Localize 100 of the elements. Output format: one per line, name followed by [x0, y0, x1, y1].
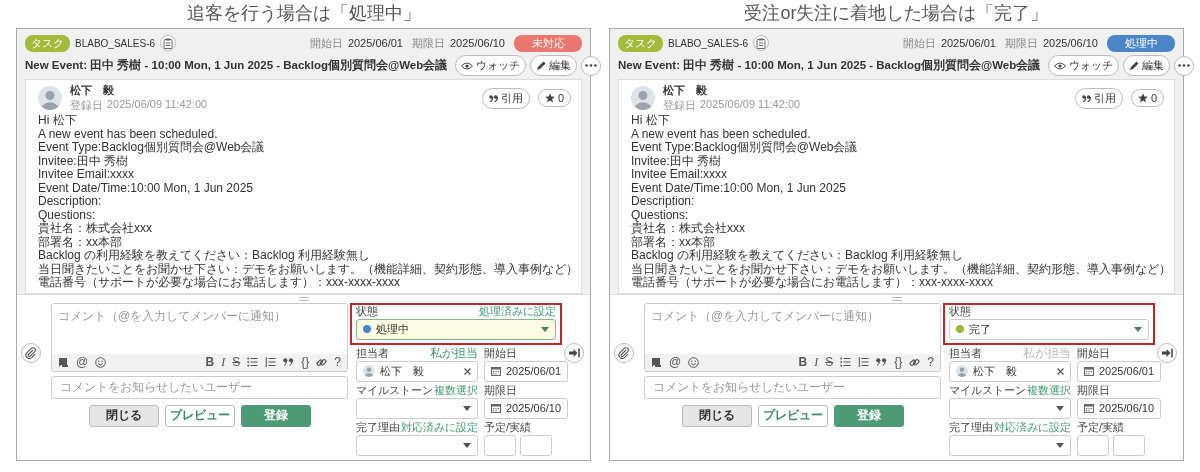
edit-button[interactable]: 編集	[1123, 55, 1171, 76]
format-button[interactable]: S	[825, 355, 834, 369]
watch-button[interactable]: ウォッチ	[455, 55, 527, 76]
comment-line: Invitee Email:xxxx	[631, 168, 729, 182]
type-tag: タスク	[25, 34, 70, 52]
multi-select-link[interactable]: 複数選択	[434, 383, 478, 398]
collapse-button[interactable]	[1157, 342, 1177, 363]
notify-user-field[interactable]: コメントをお知らせしたいユーザー	[51, 375, 348, 399]
attach-button[interactable]	[21, 342, 41, 363]
actual-hours-field[interactable]	[520, 434, 552, 456]
format-button[interactable]: {}	[301, 355, 310, 369]
calendar-icon	[1084, 403, 1094, 413]
set-resolved-link[interactable]: 対応済みに設定	[994, 420, 1071, 435]
set-done-link[interactable]: 処理済みに設定	[479, 304, 556, 319]
collapse-button[interactable]	[564, 342, 584, 363]
more-button[interactable]	[581, 55, 602, 76]
caret-icon	[1056, 405, 1064, 411]
drag-handle-icon[interactable]	[298, 296, 309, 301]
format-button[interactable]: ?	[334, 355, 341, 369]
status-select[interactable]: 完了	[949, 318, 1149, 340]
issue-title: New Event: 田中 秀樹 - 10:00 Mon, 1 Jun 2025 - Backlog個別質問会@Web会議	[618, 58, 1041, 73]
watch-button[interactable]: ウォッチ	[1048, 55, 1120, 76]
comment-line: Backlog の利用経験を教えてください：Backlog 利用経験無し	[38, 249, 372, 263]
comment-line: 電話番号（サポートが必要な場合にお電話します）：xxx-xxxx-xxxx	[38, 276, 400, 290]
format-button[interactable]: I	[814, 354, 819, 370]
comment-editor[interactable]: コメント（@を入力してメンバーに通知） @ B I S {} ?	[644, 302, 941, 372]
assign-me-link[interactable]: 私が担当	[430, 345, 478, 362]
mention-button[interactable]: @	[669, 355, 682, 369]
quote-icon[interactable]	[283, 358, 295, 366]
actual-hours-field[interactable]	[1113, 434, 1145, 456]
star-button[interactable]: 0	[537, 89, 571, 107]
clipboard-button[interactable]	[753, 35, 770, 51]
clipboard-button[interactable]	[160, 35, 177, 51]
edit-button[interactable]: 編集	[530, 55, 578, 76]
assignee-label: 担当者	[949, 346, 982, 361]
pencil-icon	[536, 60, 547, 71]
paperclip-icon	[25, 346, 37, 359]
mention-button[interactable]: @	[76, 355, 89, 369]
bullet-list-icon[interactable]	[840, 357, 852, 367]
clear-icon[interactable]	[464, 367, 471, 375]
numbered-list-icon[interactable]	[858, 357, 870, 367]
numbered-list-icon[interactable]	[265, 357, 277, 367]
start-date-field[interactable]: 2025/06/01	[1077, 360, 1162, 382]
format-button[interactable]: {}	[894, 355, 903, 369]
close-button[interactable]: 閉じる	[88, 404, 159, 427]
clipboard-icon	[756, 37, 767, 49]
due-date-field[interactable]: 2025/06/10	[484, 397, 569, 419]
close-button[interactable]: 閉じる	[681, 404, 752, 427]
emoji-icon[interactable]	[688, 356, 700, 368]
paperclip-icon	[618, 346, 630, 359]
notify-user-field[interactable]: コメントをお知らせしたいユーザー	[644, 375, 941, 399]
comment-line: A new event has been scheduled.	[631, 127, 812, 141]
more-button[interactable]	[1174, 55, 1195, 76]
assignee-label: 担当者	[356, 346, 389, 361]
format-button[interactable]: S	[232, 355, 241, 369]
link-icon[interactable]	[316, 356, 328, 368]
link-icon[interactable]	[909, 356, 921, 368]
comment-line: 部署名：xx本部	[38, 235, 123, 249]
preview-button[interactable]: プレビュー	[164, 404, 235, 427]
resolution-label: 完了理由	[356, 420, 400, 435]
format-button[interactable]: B	[798, 355, 808, 369]
assignee-select[interactable]: 松下 毅	[949, 360, 1071, 382]
author-name: 松下 毅	[663, 83, 708, 98]
format-button[interactable]: ?	[927, 355, 934, 369]
calendar-icon	[1084, 366, 1094, 376]
calendar-icon	[491, 403, 501, 413]
format-button[interactable]: B	[205, 355, 215, 369]
quote-button[interactable]: 引用	[481, 87, 530, 109]
quote-icon[interactable]	[876, 358, 888, 366]
emoji-icon[interactable]	[95, 356, 107, 368]
comment-editor[interactable]: コメント（@を入力してメンバーに通知） @ B I S {} ?	[51, 302, 348, 372]
registered-date: 2025/06/09 11:42:00	[700, 98, 801, 112]
comment-line: Event Date/Time:10:00 Mon, 1 Jun 2025	[631, 181, 847, 195]
comment-line: Event Type:Backlog個別質問会@Web会議	[38, 141, 266, 155]
drag-handle-icon[interactable]	[891, 296, 902, 301]
star-icon	[1137, 93, 1148, 103]
status-select[interactable]: 処理中	[356, 318, 556, 340]
attach-button[interactable]	[614, 342, 634, 363]
clear-icon[interactable]	[1057, 367, 1064, 375]
issue-title: New Event: 田中 秀樹 - 10:00 Mon, 1 Jun 2025 - Backlog個別質問会@Web会議	[25, 58, 448, 73]
status-label: 状態	[949, 304, 971, 319]
assignee-select[interactable]: 松下 毅	[356, 360, 478, 382]
start-date: 2025/06/01	[347, 37, 403, 49]
author-name: 松下 毅	[70, 83, 115, 98]
arrow-to-bar-icon	[1161, 347, 1173, 358]
registered-date: 2025/06/09 11:42:00	[107, 98, 208, 112]
due-date-label: 期限日	[1077, 383, 1110, 398]
start-date-field[interactable]: 2025/06/01	[484, 360, 569, 382]
multi-select-link[interactable]: 複数選択	[1027, 383, 1071, 398]
preview-button[interactable]: プレビュー	[757, 404, 828, 427]
quote-button[interactable]: 引用	[1074, 87, 1123, 109]
bullet-list-icon[interactable]	[247, 357, 259, 367]
estimated-hours-field[interactable]	[484, 434, 516, 456]
estimated-hours-field[interactable]	[1077, 434, 1109, 456]
set-resolved-link[interactable]: 対応済みに設定	[401, 420, 478, 435]
star-button[interactable]: 0	[1130, 89, 1164, 107]
user-avatar	[956, 365, 968, 377]
format-button[interactable]: I	[221, 354, 226, 370]
type-tag: タスク	[618, 34, 663, 52]
due-date-field[interactable]: 2025/06/10	[1077, 397, 1162, 419]
